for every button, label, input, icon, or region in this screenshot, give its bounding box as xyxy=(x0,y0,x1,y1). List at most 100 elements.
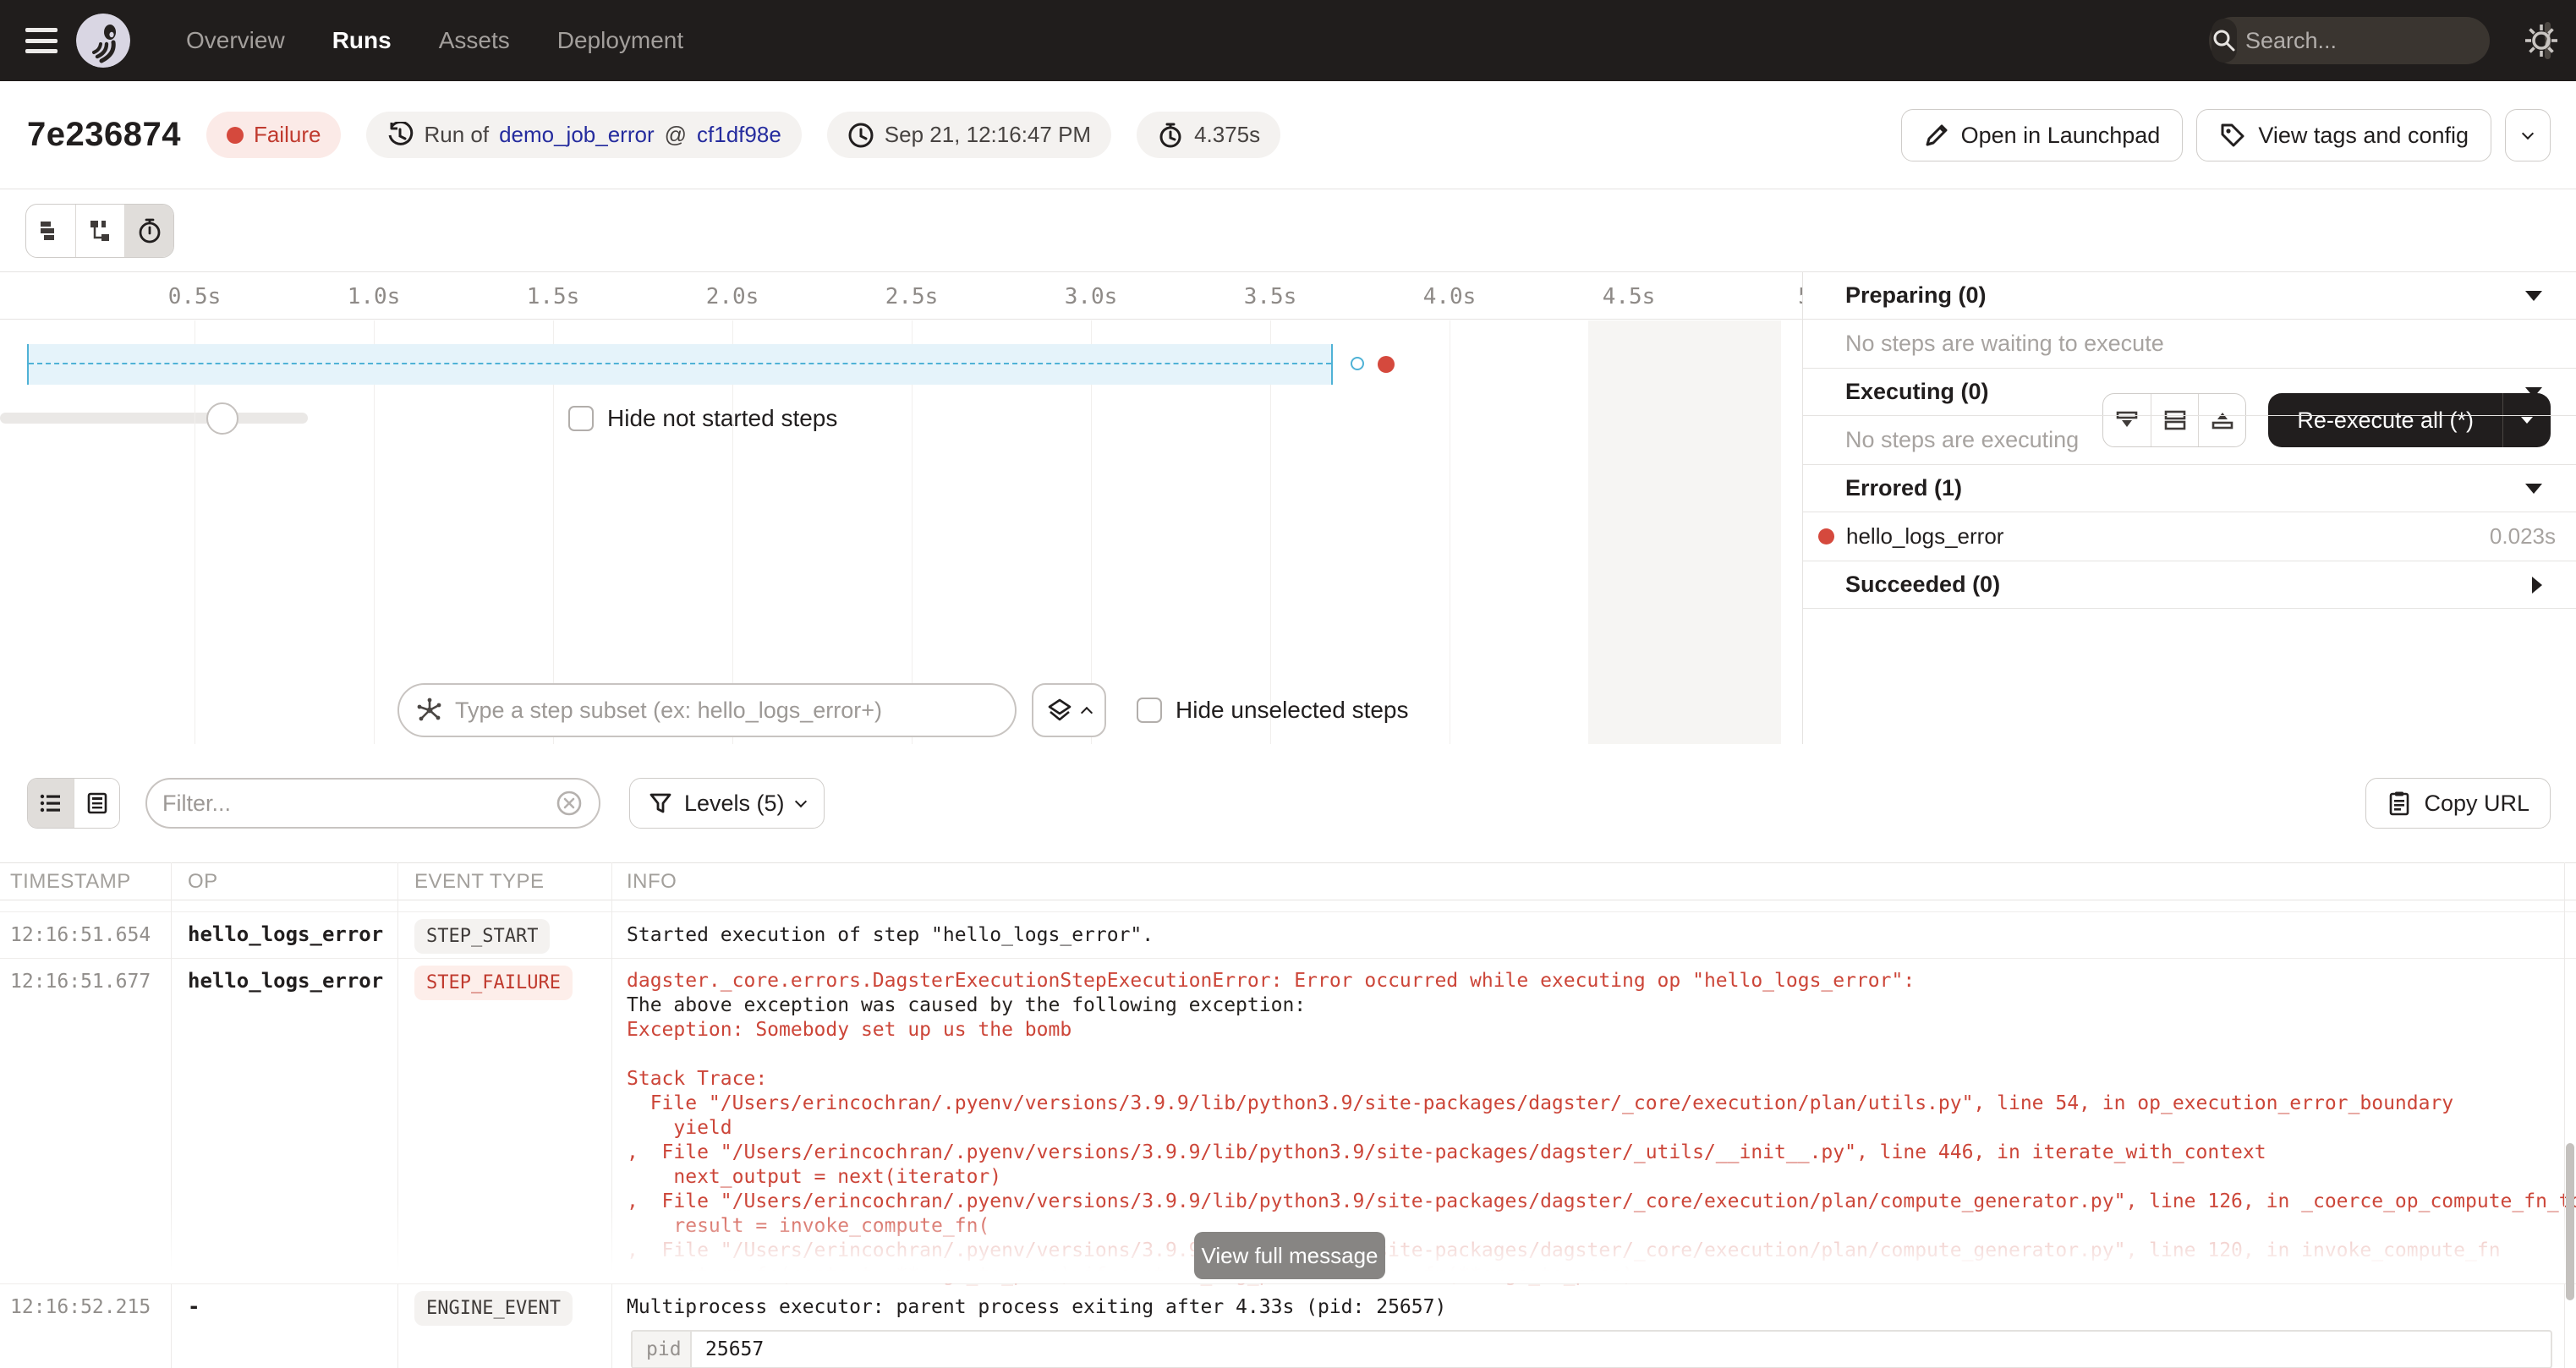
step-waiting-dashed-line xyxy=(29,363,1331,364)
snapshot-id-link[interactable]: cf1df98e xyxy=(697,122,781,148)
top-navigation-bar: Overview Runs Assets Deployment / xyxy=(0,0,2576,81)
hide-unselected-checkbox[interactable] xyxy=(1137,698,1162,723)
partially-scrolled-row xyxy=(0,900,2576,912)
log-table: TIMESTAMP OP EVENT TYPE INFO 12:16:51.65… xyxy=(0,862,2576,1368)
log-row-engine-event[interactable]: 12:16:52.215 - ENGINE_EVENT Multiprocess… xyxy=(0,1284,2576,1368)
flat-view-icon xyxy=(38,218,63,244)
layers-icon xyxy=(1047,698,1072,723)
tick-label: 1.0s xyxy=(348,284,401,309)
log-row-step-start[interactable]: 12:16:51.654 hello_logs_error STEP_START… xyxy=(0,912,2576,959)
event-type-badge: STEP_START xyxy=(414,919,550,954)
col-op: OP xyxy=(171,870,397,894)
tick-label: 2.0s xyxy=(706,284,759,309)
levels-filter-button[interactable]: Levels (5) xyxy=(629,778,825,829)
log-list-view-button[interactable] xyxy=(28,779,74,828)
log-scrollbar-thumb[interactable] xyxy=(2566,1143,2574,1300)
funnel-icon xyxy=(649,791,672,815)
clock-icon xyxy=(847,122,874,149)
after-run-shaded-region xyxy=(1588,320,1781,744)
preparing-empty-row: No steps are waiting to execute xyxy=(1803,320,2576,369)
section-executing[interactable]: Executing (0) xyxy=(1803,369,2576,416)
op-selector-icon xyxy=(416,697,443,724)
chevron-right-icon xyxy=(2532,577,2542,594)
tick-label: 4.5s xyxy=(1603,284,1656,309)
executing-empty-row: No steps are executing xyxy=(1803,416,2576,465)
event-metadata-table: pid 25657 xyxy=(631,1330,2552,1368)
error-message: dagster._core.errors.DagsterExecutionSte… xyxy=(611,959,2576,1288)
gantt-timed-view-button[interactable] xyxy=(124,205,173,257)
errored-step-row[interactable]: hello_logs_error 0.023s xyxy=(1803,512,2576,561)
gantt-waterfall-view-button[interactable] xyxy=(75,205,124,257)
tick-label: 1.5s xyxy=(527,284,580,309)
stopwatch-icon xyxy=(1157,122,1184,149)
clear-filter-icon[interactable] xyxy=(555,789,584,818)
log-toolbar: Levels (5) Copy URL xyxy=(0,744,2576,862)
global-search[interactable]: / xyxy=(2209,17,2490,64)
timer-icon xyxy=(136,217,163,244)
step-subset-input[interactable] xyxy=(455,698,998,724)
header-actions: Open in Launchpad View tags and config xyxy=(1901,109,2551,161)
log-filter-input[interactable] xyxy=(162,791,555,817)
log-filter-field[interactable] xyxy=(145,778,600,829)
failure-dot-icon xyxy=(1818,528,1834,544)
graph-query-toggle-button[interactable] xyxy=(1032,683,1106,737)
chevron-down-icon xyxy=(2522,128,2534,140)
nav-runs[interactable]: Runs xyxy=(332,27,392,54)
run-id: 7e236874 xyxy=(27,116,181,154)
structured-view-icon xyxy=(85,791,110,816)
job-name-link[interactable]: demo_job_error xyxy=(499,122,655,148)
section-succeeded[interactable]: Succeeded (0) xyxy=(1803,561,2576,609)
step-subset-field[interactable] xyxy=(397,683,1017,737)
dagster-logo[interactable] xyxy=(76,14,130,68)
list-view-icon xyxy=(38,791,63,816)
log-structured-view-button[interactable] xyxy=(74,779,119,828)
view-tags-config-button[interactable]: View tags and config xyxy=(2196,109,2491,161)
step-marker-failure-dot[interactable] xyxy=(1378,356,1395,373)
nav-overview[interactable]: Overview xyxy=(186,27,285,54)
search-icon xyxy=(2212,19,2237,63)
section-preparing[interactable]: Preparing (0) xyxy=(1803,272,2576,320)
gantt-view-mode-group xyxy=(25,204,174,258)
copy-url-button[interactable]: Copy URL xyxy=(2365,778,2551,829)
waterfall-view-icon xyxy=(88,218,113,244)
hamburger-menu-icon[interactable] xyxy=(25,28,58,53)
run-of-badge: Run of demo_job_error @ cf1df98e xyxy=(366,112,801,158)
section-errored[interactable]: Errored (1) xyxy=(1803,465,2576,512)
errored-step-name: hello_logs_error xyxy=(1846,523,2003,550)
gantt-toolbar: Hide not started steps xyxy=(0,189,2576,272)
col-event-type: EVENT TYPE xyxy=(397,870,611,894)
view-full-message-button[interactable]: View full message xyxy=(1194,1232,1385,1279)
step-marker-open-circle[interactable] xyxy=(1351,357,1364,370)
header-more-actions-button[interactable] xyxy=(2505,109,2551,161)
at-symbol: @ xyxy=(665,122,687,148)
gantt-timeline-header: 0.5s 1.0s 1.5s 2.0s 2.5s 3.0s 3.5s 4.0s … xyxy=(0,272,1802,320)
pencil-icon xyxy=(1924,123,1949,148)
tick-label: 2.5s xyxy=(885,284,939,309)
open-in-launchpad-button[interactable]: Open in Launchpad xyxy=(1901,109,2184,161)
main-nav: Overview Runs Assets Deployment xyxy=(186,27,683,54)
metadata-value: 25657 xyxy=(692,1332,764,1367)
errored-step-duration: 0.023s xyxy=(2490,523,2556,550)
chevron-down-icon xyxy=(794,796,806,807)
run-main-area: 0.5s 1.0s 1.5s 2.0s 2.5s 3.0s 3.5s 4.0s … xyxy=(0,272,2576,744)
chevron-down-icon xyxy=(2525,291,2542,301)
metadata-key: pid xyxy=(633,1332,692,1367)
search-input[interactable] xyxy=(2245,28,2545,54)
nav-deployment[interactable]: Deployment xyxy=(557,27,683,54)
run-header: 7e236874 Failure Run of demo_job_error @… xyxy=(0,81,2576,189)
gantt-chart[interactable]: Hide unselected steps xyxy=(0,320,1802,744)
col-info: INFO xyxy=(611,870,2576,894)
chevron-down-icon xyxy=(2525,387,2542,397)
gantt-pane: 0.5s 1.0s 1.5s 2.0s 2.5s 3.0s 3.5s 4.0s … xyxy=(0,272,1803,744)
settings-gear-icon[interactable] xyxy=(2524,23,2559,58)
gantt-flat-view-button[interactable] xyxy=(26,205,75,257)
tick-label: 3.0s xyxy=(1065,284,1118,309)
tag-icon xyxy=(2219,122,2246,149)
log-row-step-failure[interactable]: 12:16:51.677 hello_logs_error STEP_FAILU… xyxy=(0,959,2576,1284)
selected-step-row-band[interactable] xyxy=(27,344,1333,385)
failure-dot-icon xyxy=(227,127,244,144)
caret-up-icon xyxy=(1081,707,1093,719)
step-status-panel: Preparing (0) No steps are waiting to ex… xyxy=(1803,272,2576,744)
nav-assets[interactable]: Assets xyxy=(439,27,510,54)
log-scrollbar-track xyxy=(2564,862,2565,1368)
